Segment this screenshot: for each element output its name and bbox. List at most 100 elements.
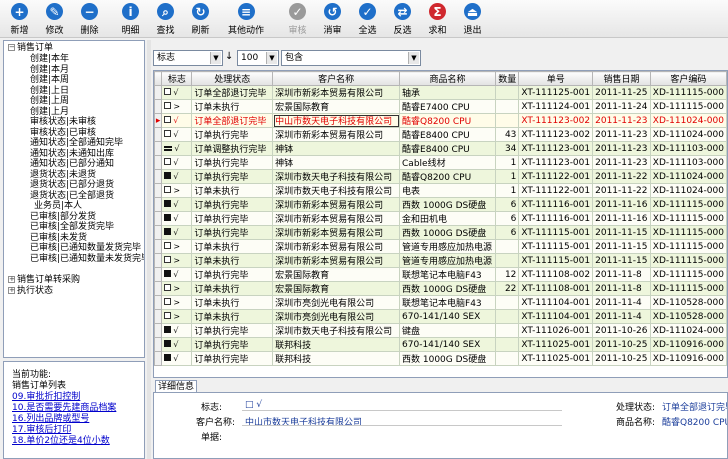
- order-grid[interactable]: 标志 处理状态 客户名称 商品名称 数量 单号 销售日期 客户编码 √ 订单全部退订完毕 深圳市新…: [153, 70, 728, 378]
- expand-icon[interactable]: +: [8, 287, 15, 294]
- customer-cell[interactable]: 联邦科技: [272, 351, 401, 366]
- table-row[interactable]: √ 订单执行完毕 深圳市新彩本贸易有限公司 酷睿E8400 CPU 43 XT-11112…: [154, 127, 727, 142]
- table-row[interactable]: > 订单未执行 深圳市新彩本贸易有限公司 管道专用感应加热电源 XT-111115-00…: [154, 253, 727, 268]
- status-cell[interactable]: 订单调整执行完毕: [191, 141, 274, 156]
- status-cell[interactable]: 订单执行完毕: [191, 211, 274, 226]
- product-cell[interactable]: 酷睿Q8200 CPU: [399, 113, 497, 128]
- table-row[interactable]: > 订单未执行 深圳市数天电子科技有限公司 电表 1 XT-111122-001 2011-…: [154, 183, 727, 198]
- customer-code-cell[interactable]: XD-111115-000: [649, 99, 727, 114]
- order-no-cell[interactable]: XT-111124-001: [518, 99, 594, 114]
- product-cell[interactable]: 电表: [399, 183, 497, 198]
- order-no-cell[interactable]: XT-111123-002: [518, 113, 594, 128]
- status-cell[interactable]: 订单未执行: [191, 295, 274, 310]
- tree-item[interactable]: 创建|本月: [30, 65, 69, 76]
- toolbar-button-6[interactable]: ≡ 其他动作: [218, 0, 274, 37]
- flag-cell[interactable]: >: [161, 183, 193, 198]
- qty-cell[interactable]: [495, 351, 520, 366]
- order-no-cell[interactable]: XT-111104-001: [518, 309, 594, 324]
- row-indicator[interactable]: [154, 155, 163, 170]
- column-header[interactable]: 单号: [518, 71, 594, 86]
- flag-cell[interactable]: √: [161, 127, 193, 142]
- customer-code-cell[interactable]: XD-111115-000: [649, 225, 727, 240]
- tree-item[interactable]: 已审核|全部发货完毕: [30, 222, 114, 233]
- tree-root-convert-purchase[interactable]: + 销售订单转采购: [8, 275, 80, 286]
- customer-code-cell[interactable]: XD-111115-000: [649, 239, 727, 254]
- table-row[interactable]: √ 订单调整执行完毕 神钵 酷睿E8400 CPU 34 XT-111123-001 201…: [154, 141, 727, 156]
- date-cell[interactable]: 2011-11-4: [592, 309, 651, 324]
- status-cell[interactable]: 订单执行完毕: [191, 169, 274, 184]
- table-row[interactable]: > 订单未执行 宏景国际教育 酷睿E7400 CPU XT-111124-001 2011…: [154, 99, 727, 114]
- date-cell[interactable]: 2011-11-16: [592, 197, 651, 212]
- toolbar-button-2[interactable]: − 删除: [72, 0, 107, 37]
- flag-cell[interactable]: √: [161, 141, 193, 156]
- status-cell[interactable]: 订单执行完毕: [191, 351, 274, 366]
- product-cell[interactable]: Cable线材: [399, 155, 497, 170]
- date-cell[interactable]: 2011-11-8: [592, 267, 651, 282]
- row-indicator[interactable]: [154, 323, 163, 338]
- tree-item[interactable]: 通知状态|未通知出库: [30, 149, 114, 160]
- row-indicator[interactable]: [154, 183, 163, 198]
- status-cell[interactable]: 订单未执行: [191, 239, 274, 254]
- flag-cell[interactable]: √: [161, 113, 193, 128]
- table-row[interactable]: √ 订单执行完毕 联邦科技 670-141/140 SEX XT-111025-001 2…: [154, 337, 727, 352]
- date-cell[interactable]: 2011-11-4: [592, 295, 651, 310]
- tree-item[interactable]: 审核状态|已审核: [30, 128, 96, 139]
- order-no-cell[interactable]: XT-111115-001: [518, 253, 594, 268]
- table-row[interactable]: ▸ √ 订单全部退订完毕 中山市数天电子科技有限公司 酷睿Q8200 CPU XT-111…: [154, 113, 727, 128]
- order-no-cell[interactable]: XT-111125-001: [518, 85, 594, 100]
- tree-item[interactable]: 创建|本年: [30, 54, 69, 65]
- customer-cell[interactable]: 宏景国际教育: [272, 281, 401, 296]
- customer-cell[interactable]: 深圳市新彩本贸易有限公司: [272, 197, 401, 212]
- order-no-cell[interactable]: XT-111115-001: [518, 239, 594, 254]
- date-cell[interactable]: 2011-11-23: [592, 127, 651, 142]
- tree-root-sales-order[interactable]: − 销售订单: [8, 43, 53, 54]
- table-row[interactable]: √ 订单执行完毕 神钵 Cable线材 1 XT-111123-001 2011-11-23…: [154, 155, 727, 170]
- product-cell[interactable]: 西数 1000G DS硬盘: [399, 225, 497, 240]
- flag-cell[interactable]: √: [161, 197, 193, 212]
- product-cell[interactable]: 金和田机电: [399, 211, 497, 226]
- customer-cell[interactable]: 深圳市新彩本贸易有限公司: [272, 239, 401, 254]
- collapse-icon[interactable]: −: [8, 44, 15, 51]
- customer-cell[interactable]: 深圳市亮剑光电有限公司: [272, 295, 401, 310]
- flag-cell[interactable]: >: [161, 295, 193, 310]
- qty-cell[interactable]: 43: [495, 127, 520, 142]
- customer-cell[interactable]: 深圳市新彩本贸易有限公司: [272, 253, 401, 268]
- column-header[interactable]: 数量: [495, 71, 520, 86]
- function-link[interactable]: 17.审核后打印: [12, 425, 144, 436]
- toolbar-button-0[interactable]: + 新增: [2, 0, 37, 37]
- flag-cell[interactable]: >: [161, 239, 193, 254]
- customer-cell[interactable]: 深圳市数天电子科技有限公司: [272, 183, 401, 198]
- flag-cell[interactable]: √: [161, 225, 193, 240]
- function-link[interactable]: 09.审批折扣控制: [12, 392, 144, 403]
- flag-cell[interactable]: √: [161, 351, 193, 366]
- customer-code-cell[interactable]: XD-111103-000: [649, 155, 727, 170]
- date-cell[interactable]: 2011-11-15: [592, 239, 651, 254]
- customer-cell[interactable]: 神钵: [272, 141, 401, 156]
- filter-count-select[interactable]: 100 ▼: [237, 50, 279, 66]
- column-header[interactable]: 客户编码: [649, 71, 727, 86]
- expand-icon[interactable]: +: [8, 276, 15, 283]
- flag-cell[interactable]: √: [161, 155, 193, 170]
- toolbar-button-11[interactable]: Σ 求和: [420, 0, 455, 37]
- flag-cell[interactable]: √: [161, 169, 193, 184]
- toolbar-button-4[interactable]: ⌕ 查找: [148, 0, 183, 37]
- product-cell[interactable]: 联想笔记本电脑F43: [399, 295, 497, 310]
- row-indicator[interactable]: [154, 253, 163, 268]
- status-cell[interactable]: 订单执行完毕: [191, 323, 274, 338]
- customer-code-cell[interactable]: XD-111115-000: [649, 85, 727, 100]
- flag-cell[interactable]: >: [161, 309, 193, 324]
- order-no-cell[interactable]: XT-111116-001: [518, 197, 594, 212]
- row-indicator[interactable]: [154, 127, 163, 142]
- table-row[interactable]: > 订单未执行 深圳市亮剑光电有限公司 联想笔记本电脑F43 XT-111104-001…: [154, 295, 727, 310]
- date-cell[interactable]: 2011-11-25: [592, 85, 651, 100]
- product-cell[interactable]: 西数 1000G DS硬盘: [399, 197, 497, 212]
- status-cell[interactable]: 订单未执行: [191, 253, 274, 268]
- customer-code-cell[interactable]: XD-111115-000: [649, 281, 727, 296]
- toolbar-button-9[interactable]: ✓ 全选: [350, 0, 385, 37]
- customer-code-cell[interactable]: XD-111024-000: [649, 113, 727, 128]
- column-header[interactable]: 销售日期: [592, 71, 651, 86]
- flag-cell[interactable]: √: [161, 323, 193, 338]
- toolbar-button-12[interactable]: ⏏ 退出: [455, 0, 490, 37]
- date-cell[interactable]: 2011-11-23: [592, 141, 651, 156]
- table-row[interactable]: √ 订单执行完毕 深圳市新彩本贸易有限公司 金和田机电 6 XT-111116-001 20…: [154, 211, 727, 226]
